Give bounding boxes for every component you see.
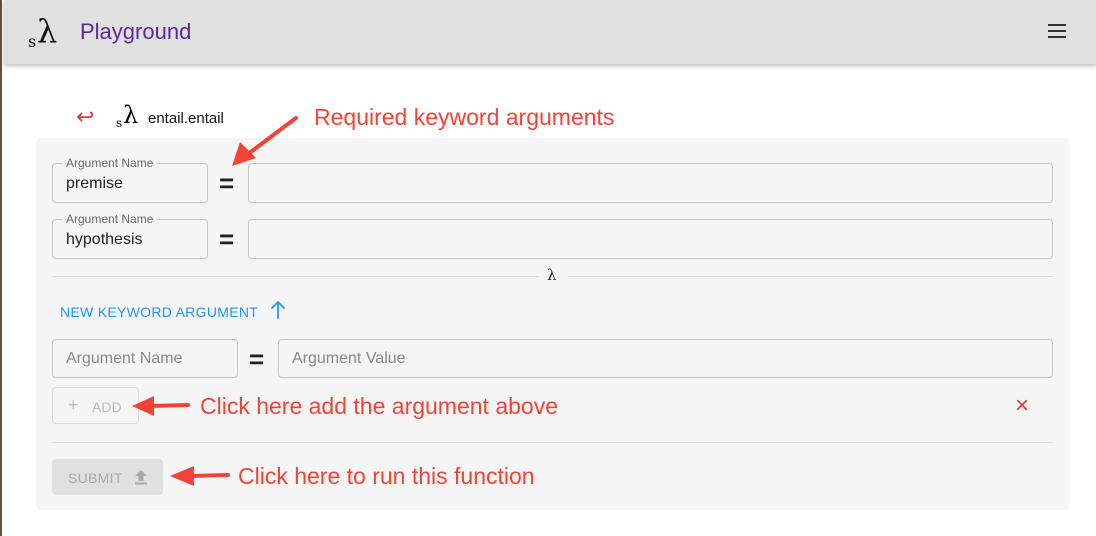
argument-name-legend: Argument Name xyxy=(62,213,158,226)
logo-s: s xyxy=(28,32,37,51)
lambda-separator: λ xyxy=(547,266,557,284)
new-argument-name-input[interactable]: Argument Name xyxy=(52,339,238,378)
plus-icon: + xyxy=(68,395,79,415)
submit-label: SUBMIT xyxy=(68,470,123,486)
add-argument-button[interactable]: + ADD xyxy=(52,387,139,424)
arrow-up-icon[interactable] xyxy=(270,300,286,320)
argument-name-field-premise[interactable]: Argument Name premise xyxy=(52,157,208,203)
add-label: ADD xyxy=(92,399,122,415)
annotation-add: Click here add the argument above xyxy=(200,393,558,419)
new-argument-value-placeholder: Argument Value xyxy=(292,350,406,367)
argument-name-value: hypothesis xyxy=(66,231,143,248)
clear-close-icon[interactable]: × xyxy=(1015,394,1029,418)
logo-lambda: λ xyxy=(37,12,58,50)
annotation-submit: Click here to run this function xyxy=(238,463,535,489)
submit-button[interactable]: SUBMIT xyxy=(52,459,163,495)
function-name: entail.entail xyxy=(148,110,224,127)
submit-divider xyxy=(52,442,1053,443)
equals-sign: = xyxy=(219,224,235,254)
new-argument-value-input[interactable]: Argument Value xyxy=(278,339,1053,378)
new-argument-name-placeholder: Argument Name xyxy=(66,350,183,367)
equals-sign: = xyxy=(249,344,265,374)
function-logo-lambda: λ xyxy=(123,101,139,129)
back-arrow-icon[interactable]: ↩ xyxy=(76,104,94,130)
equals-sign: = xyxy=(219,168,235,198)
hamburger-menu-icon[interactable] xyxy=(1048,24,1066,38)
argument-value-field-hypothesis[interactable] xyxy=(248,219,1053,259)
app-title: Playground xyxy=(80,19,192,44)
argument-name-value: premise xyxy=(66,175,123,192)
new-keyword-argument-toggle[interactable]: NEW KEYWORD ARGUMENT xyxy=(60,304,258,320)
function-logo-s: s xyxy=(116,116,123,130)
argument-name-legend: Argument Name xyxy=(62,157,158,170)
divider-left xyxy=(52,276,538,277)
divider-right xyxy=(568,276,1053,277)
upload-icon xyxy=(135,470,147,485)
argument-value-field-premise[interactable] xyxy=(248,163,1053,203)
app-bar: s λ Playground xyxy=(4,0,1096,64)
annotation-arrow-required xyxy=(232,116,298,166)
argument-name-field-hypothesis[interactable]: Argument Name hypothesis xyxy=(52,213,208,259)
annotation-arrow-submit xyxy=(170,466,230,486)
annotation-arrow-add xyxy=(132,396,190,416)
app-frame: s λ Playground ↩ s λ entail.entail Argum… xyxy=(0,0,1096,536)
annotation-required: Required keyword arguments xyxy=(314,104,615,130)
